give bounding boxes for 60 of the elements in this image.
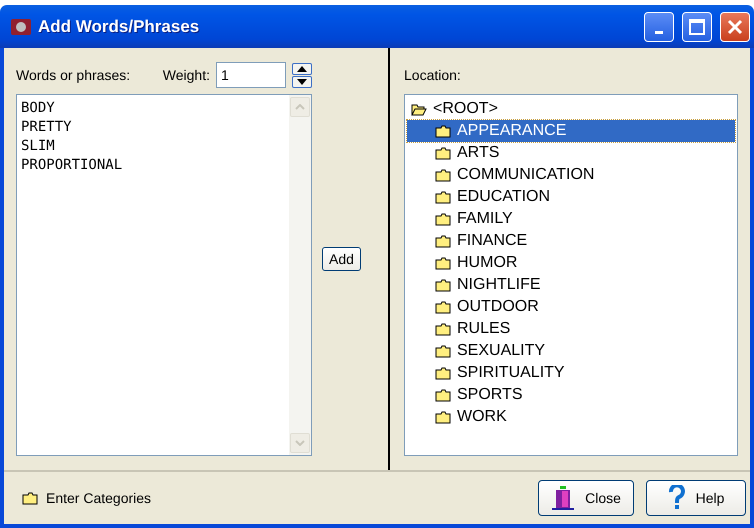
weight-field[interactable]: 1 [216,62,286,88]
minimize-icon [655,31,663,34]
minimize-button[interactable] [644,12,674,42]
help-icon [668,485,686,511]
tree-item[interactable]: HUMOR [407,252,735,274]
tree-item[interactable]: ARTS [407,142,735,164]
tree-item[interactable]: NIGHTLIFE [407,274,735,296]
door-icon [551,485,576,511]
tree-item[interactable]: WORK [407,406,735,428]
tree-item[interactable]: FINANCE [407,230,735,252]
tree-item[interactable]: APPEARANCE [407,120,735,142]
close-icon [727,18,743,34]
location-label: Location: [404,67,461,83]
word-line: PROPORTIONAL [21,156,124,175]
tree-item[interactable]: SPORTS [407,384,735,406]
folder-icon [435,124,451,138]
tree-item[interactable]: SEXUALITY [407,340,735,362]
tree-item[interactable]: EDUCATION [407,186,735,208]
folder-icon [435,234,451,248]
app-icon [10,16,32,36]
word-line: BODY [21,99,56,118]
maximize-button[interactable] [682,12,712,42]
tree-item[interactable]: SPIRITUALITY [407,362,735,384]
tree-item[interactable]: OUTDOOR [407,296,735,318]
down-chevron-icon [295,440,305,446]
close-button[interactable] [720,12,750,42]
words-label: Words or phrases: [16,67,130,83]
weight-label: Weight: [162,67,210,83]
tree-item[interactable]: RULES [407,318,735,340]
folder-icon [435,168,451,182]
folder-icon [435,388,451,402]
folder-icon [435,322,451,336]
spin-up-button[interactable] [292,62,312,74]
folder-icon [435,300,451,314]
tree-item[interactable]: FAMILY [407,208,735,230]
window-title: Add Words/Phrases [38,16,200,36]
spin-down-button[interactable] [292,76,312,88]
words-text-area[interactable]: BODY PRETTY SLIM PROPORTIONAL [16,94,312,456]
status-text: Enter Categories [46,490,152,506]
folder-icon [435,366,451,380]
word-line: SLIM [21,137,56,156]
up-arrow-icon [297,66,307,72]
down-arrow-icon [297,78,307,84]
tree-item[interactable]: <ROOT> [407,98,735,120]
folder-icon [435,410,451,424]
maximize-icon [689,18,705,34]
close-dialog-button[interactable]: Close [538,480,634,516]
folder-icon [435,344,451,358]
folder-icon [22,492,38,504]
help-dialog-button[interactable]: Help [646,480,746,516]
folder-icon [435,256,451,270]
folder-icon [435,212,451,226]
folder-icon [435,146,451,160]
tree-item[interactable]: COMMUNICATION [407,164,735,186]
folder-icon [435,190,451,204]
open-folder-icon [411,102,427,116]
add-button[interactable]: Add [322,247,361,271]
word-line: PRETTY [21,118,73,137]
up-chevron-icon [295,104,305,110]
folder-icon [435,278,451,292]
